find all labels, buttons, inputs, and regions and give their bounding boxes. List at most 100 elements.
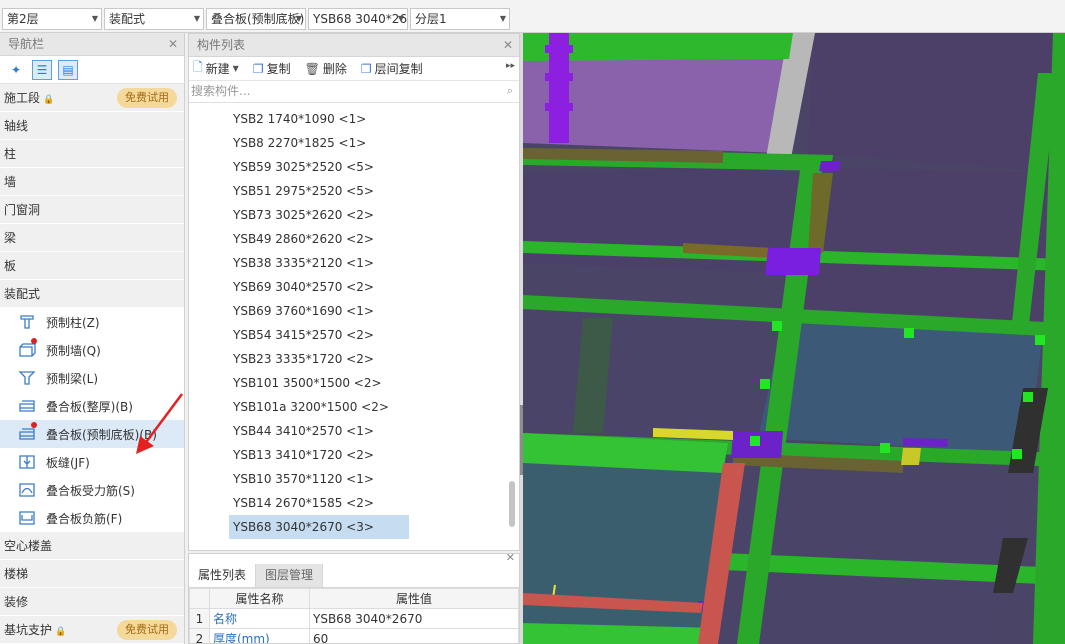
nav-category-decoration[interactable]: 装修 bbox=[0, 588, 184, 616]
nav-category-prefab[interactable]: 装配式 bbox=[0, 280, 184, 308]
close-icon[interactable]: ✕ bbox=[503, 34, 513, 57]
table-row[interactable]: 2 厚度(mm) 60 bbox=[189, 628, 519, 643]
nav-category-openings[interactable]: 门窗洞 bbox=[0, 196, 184, 224]
list-item[interactable]: YSB49 2860*2620 <2> bbox=[229, 227, 409, 251]
nav-category-wall[interactable]: 墙 bbox=[0, 168, 184, 196]
nav-category-pit-support[interactable]: 基坑支护 🔒 免费试用 bbox=[0, 616, 184, 644]
nav-item-precast-column[interactable]: 预制柱(Z) bbox=[0, 308, 184, 336]
type-select-value: 装配式 bbox=[109, 12, 146, 26]
properties-panel: ✕ 属性列表 图层管理 属性名称 属性值 1 名称 YSB68 3040*267… bbox=[188, 553, 520, 644]
type-select[interactable]: 装配式 ▼ bbox=[104, 8, 204, 30]
lock-icon: 🔒 bbox=[55, 627, 67, 637]
slab-region bbox=[808, 33, 1065, 173]
list-item[interactable]: YSB10 3570*1120 <1> bbox=[229, 467, 409, 491]
component-type-value: 叠合板(预制底板) bbox=[211, 12, 305, 26]
component-list-header: 构件列表 ✕ bbox=[189, 34, 519, 57]
list-item[interactable]: YSB101 3500*1500 <2> bbox=[229, 371, 409, 395]
free-trial-badge[interactable]: 免费试用 bbox=[117, 88, 177, 108]
nav-category-column[interactable]: 柱 bbox=[0, 140, 184, 168]
sublayer-select[interactable]: 分层1 ▼ bbox=[410, 8, 510, 30]
list-view-icon[interactable]: ☰ bbox=[32, 59, 52, 80]
new-indicator-dot bbox=[31, 422, 37, 428]
search-icon[interactable]: ⌕ bbox=[507, 84, 513, 98]
copy-button[interactable]: ❐ 复制 bbox=[253, 60, 291, 77]
copy-icon: ❐ bbox=[252, 61, 264, 76]
list-item[interactable]: YSB73 3025*2620 <2> bbox=[229, 203, 409, 227]
nav-item-label: 板缝(JF) bbox=[46, 455, 90, 470]
nav-category-beam[interactable]: 梁 bbox=[0, 224, 184, 252]
component-toolbar: 🗋 新建 ▼ ❐ 复制 🗑 删除 ❐ 层间复制 ▸▸ bbox=[189, 57, 519, 81]
nav-category-stairs[interactable]: 楼梯 bbox=[0, 560, 184, 588]
spec-select[interactable]: YSB68 3040*2670 ▼ bbox=[308, 8, 408, 30]
list-item[interactable]: YSB51 2975*2520 <5> bbox=[229, 179, 409, 203]
component-list-title: 构件列表 bbox=[197, 38, 246, 52]
floor-copy-icon: ❐ bbox=[360, 61, 372, 76]
nav-title: 导航栏 bbox=[8, 37, 45, 51]
trash-icon: 🗑 bbox=[304, 61, 320, 76]
nav-category-label: 柱 bbox=[4, 147, 17, 161]
table-header-row: 属性名称 属性值 bbox=[189, 588, 519, 609]
new-file-icon: 🗋 bbox=[193, 60, 203, 74]
nav-category-axis[interactable]: 轴线 bbox=[0, 112, 184, 140]
new-button-label: 新建 bbox=[205, 62, 230, 76]
delete-button[interactable]: 🗑 删除 bbox=[305, 60, 347, 77]
nav-item-label: 预制柱(Z) bbox=[46, 315, 100, 330]
free-trial-badge[interactable]: 免费试用 bbox=[117, 620, 177, 640]
3d-viewport[interactable] bbox=[523, 33, 1065, 644]
list-item[interactable]: YSB2 1740*1090 <1> bbox=[229, 107, 409, 131]
tab-layer-management[interactable]: 图层管理 bbox=[256, 564, 324, 587]
slab-joint-icon bbox=[18, 453, 36, 471]
list-item[interactable]: YSB38 3335*2120 <1> bbox=[229, 251, 409, 275]
property-name: 厚度(mm) bbox=[209, 628, 310, 643]
list-item[interactable]: YSB101a 3200*1500 <2> bbox=[229, 395, 409, 419]
row-number: 2 bbox=[189, 628, 210, 643]
list-item[interactable]: YSB69 3760*1690 <1> bbox=[229, 299, 409, 323]
nav-category-label: 门窗洞 bbox=[4, 203, 41, 217]
list-item[interactable]: YSB13 3410*1720 <2> bbox=[229, 443, 409, 467]
nav-category-slab[interactable]: 板 bbox=[0, 252, 184, 280]
close-icon[interactable]: ✕ bbox=[168, 33, 178, 56]
dropdown-arrow-icon: ▼ bbox=[397, 14, 404, 23]
detail-view-icon[interactable]: ▤ bbox=[58, 59, 78, 80]
top-toolbar: 第2层 ▼ 装配式 ▼ 叠合板(预制底板) ▼ YSB68 3040*2670 … bbox=[0, 0, 1065, 33]
precast-column-icon bbox=[18, 313, 36, 331]
more-icon[interactable]: ▸▸ bbox=[506, 61, 515, 71]
properties-panel-top: ✕ bbox=[189, 554, 519, 564]
nav-category-construction-stage[interactable]: 施工段 🔒 免费试用 bbox=[0, 84, 184, 112]
list-item[interactable]: YSB54 3415*2570 <2> bbox=[229, 323, 409, 347]
list-item[interactable]: YSB23 3335*1720 <2> bbox=[229, 347, 409, 371]
properties-table: 属性名称 属性值 1 名称 YSB68 3040*2670 2 厚度(mm) 6… bbox=[189, 588, 519, 643]
property-value[interactable]: YSB68 3040*2670 bbox=[309, 608, 519, 629]
floor-copy-button[interactable]: ❐ 层间复制 bbox=[361, 60, 423, 77]
list-item[interactable]: YSB59 3025*2520 <5> bbox=[229, 155, 409, 179]
nav-category-label: 施工段 bbox=[4, 91, 41, 105]
search-input[interactable] bbox=[191, 81, 491, 101]
list-item[interactable]: YSB44 3410*2570 <1> bbox=[229, 419, 409, 443]
nav-item-slab-rebar[interactable]: 叠合板受力筋(S) bbox=[0, 476, 184, 504]
floor-select[interactable]: 第2层 ▼ bbox=[2, 8, 102, 30]
nav-category-hollow-floor[interactable]: 空心楼盖 bbox=[0, 532, 184, 560]
column-header-name: 属性名称 bbox=[209, 588, 310, 609]
list-scrollbar[interactable] bbox=[509, 481, 515, 527]
copy-button-label: 复制 bbox=[266, 62, 291, 76]
floor-select-value: 第2层 bbox=[7, 12, 39, 26]
nav-category-label: 楼梯 bbox=[4, 567, 29, 581]
nav-item-slab-negative-rebar[interactable]: 叠合板负筋(F) bbox=[0, 504, 184, 532]
lock-icon: 🔒 bbox=[43, 95, 55, 105]
pin-icon[interactable]: ✦ bbox=[6, 60, 26, 80]
list-item[interactable]: YSB14 2670*1585 <2> bbox=[229, 491, 409, 515]
nav-item-precast-beam[interactable]: 预制梁(L) bbox=[0, 364, 184, 392]
component-type-select[interactable]: 叠合板(预制底板) ▼ bbox=[206, 8, 306, 30]
nav-item-label: 叠合板受力筋(S) bbox=[46, 483, 135, 498]
list-item[interactable]: YSB69 3040*2570 <2> bbox=[229, 275, 409, 299]
floor-copy-button-label: 层间复制 bbox=[374, 62, 423, 76]
list-item[interactable]: YSB8 2270*1825 <1> bbox=[229, 131, 409, 155]
new-button[interactable]: 🗋 新建 ▼ bbox=[193, 58, 239, 79]
nav-item-label: 预制梁(L) bbox=[46, 371, 99, 386]
tab-property-list[interactable]: 属性列表 bbox=[189, 564, 257, 587]
property-value[interactable]: 60 bbox=[309, 628, 519, 643]
table-row[interactable]: 1 名称 YSB68 3040*2670 bbox=[189, 608, 519, 629]
close-icon[interactable]: ✕ bbox=[506, 554, 515, 564]
list-item-selected[interactable]: YSB68 3040*2670 <3> bbox=[229, 515, 409, 539]
nav-item-precast-wall[interactable]: 预制墙(Q) bbox=[0, 336, 184, 364]
